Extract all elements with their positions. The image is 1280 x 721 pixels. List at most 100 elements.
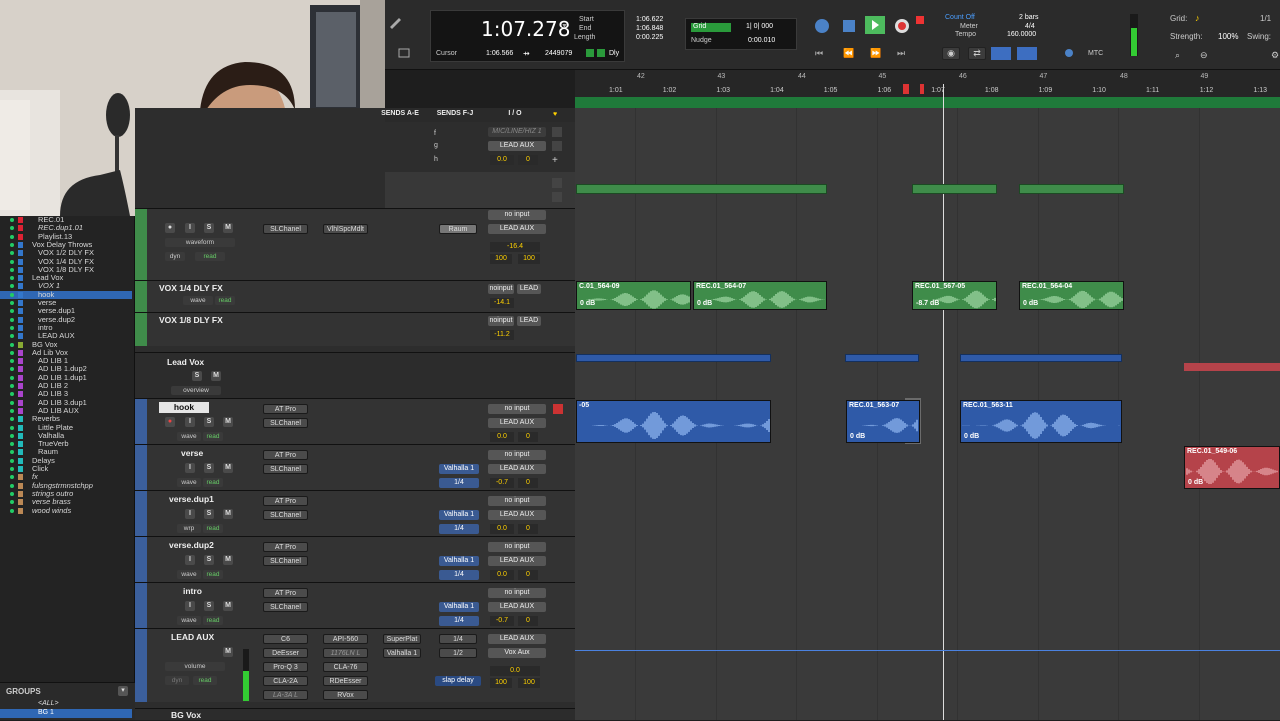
groups-menu-icon[interactable]: ▾ (118, 686, 128, 696)
audio-clip[interactable]: REC.01_549-06 0 dB (1184, 446, 1280, 489)
visibility-dot-icon[interactable] (10, 226, 14, 231)
io-input[interactable]: no input (488, 450, 546, 460)
clip-gain[interactable]: 0 dB (850, 433, 865, 440)
dyn-button[interactable]: dyn (165, 252, 185, 261)
solo-button[interactable]: S (204, 555, 214, 565)
visibility-dot-icon[interactable] (10, 276, 14, 281)
grid-label[interactable]: Grid (691, 23, 731, 32)
insert-slchanel[interactable]: SLChanel (263, 464, 308, 474)
send-superplat[interactable]: SuperPlat (383, 634, 421, 644)
send-level[interactable]: 1/4 (439, 478, 479, 488)
visibility-dot-icon[interactable] (10, 508, 14, 513)
meter-value[interactable]: 4/4 (1025, 23, 1035, 30)
view-selector[interactable]: wave (183, 296, 213, 305)
volume-value[interactable]: 0.0 (490, 570, 514, 580)
insert-pro-q3[interactable]: Pro-Q 3 (263, 662, 308, 672)
top-vol[interactable]: 0.0 (490, 155, 514, 165)
track-name[interactable]: VOX 1/4 DLY FX (159, 283, 269, 294)
volume-automation-line[interactable] (575, 650, 1280, 651)
insert-rvox[interactable]: RVox (323, 690, 368, 700)
volume-value[interactable]: -11.2 (490, 330, 514, 340)
mute-button[interactable]: M (211, 371, 221, 381)
insert-1176[interactable]: 1176LN L (323, 648, 368, 658)
visibility-dot-icon[interactable] (10, 359, 14, 364)
tool-grid-icon[interactable] (397, 47, 413, 59)
tempo-label[interactable]: Tempo (955, 31, 976, 38)
input-monitor-button[interactable]: I (185, 463, 195, 473)
insert-cla-2a[interactable]: CLA-2A (263, 676, 308, 686)
forward-end-icon[interactable]: ⏭ (897, 48, 905, 59)
chevron-down-icon[interactable]: ▼ (561, 23, 568, 30)
io-side-icon-2[interactable] (552, 141, 562, 151)
view-selector[interactable]: wave (177, 432, 201, 441)
io-input[interactable]: noinput (488, 316, 514, 326)
visibility-dot-icon[interactable] (10, 392, 14, 397)
forward-icon[interactable]: ⏩ (870, 48, 881, 59)
record-arm-button[interactable]: ● (165, 417, 175, 427)
send-valhalla[interactable]: Valhalla 1 (439, 556, 479, 566)
insert-slchanel[interactable]: SLChanel (263, 602, 308, 612)
send-valhalla[interactable]: Valhalla 1 (439, 464, 479, 474)
mute-button[interactable]: M (223, 417, 233, 427)
send-level[interactable]: 1/4 (439, 524, 479, 534)
track-name[interactable]: verse.dup2 (169, 540, 239, 551)
audio-clip[interactable]: REC.01_564-04 0 dB (1019, 281, 1124, 310)
visibility-dot-icon[interactable] (10, 317, 14, 322)
visibility-dot-icon[interactable] (10, 251, 14, 256)
folder-icon-1[interactable] (552, 178, 562, 188)
track-list-item[interactable]: Click (0, 465, 132, 473)
visibility-dot-icon[interactable] (10, 375, 14, 380)
io-output[interactable]: Vox Aux (488, 648, 546, 658)
view-selector[interactable]: wave (177, 616, 201, 625)
mute-button[interactable]: M (223, 647, 233, 657)
metronome-icon[interactable]: ◉ (942, 47, 960, 60)
io-output[interactable]: LEAD AUX (488, 556, 546, 566)
visibility-dot-icon[interactable] (10, 500, 14, 505)
insert-at-pro[interactable]: AT Pro (263, 450, 308, 460)
visibility-dot-icon[interactable] (10, 292, 14, 297)
track-name[interactable]: hook (159, 402, 209, 413)
pan-value[interactable]: 0 (518, 616, 538, 626)
solo-button[interactable]: S (204, 417, 214, 427)
visibility-dot-icon[interactable] (10, 301, 14, 305)
view-selector[interactable]: waveform (165, 238, 235, 247)
track-name[interactable]: verse.dup1 (169, 494, 239, 505)
audio-clip[interactable]: C.01_564-09 0 dB (576, 281, 691, 310)
visibility-dot-icon[interactable] (10, 234, 14, 239)
link-icon[interactable] (991, 47, 1011, 60)
dyn-button[interactable]: dyn (165, 676, 189, 685)
send-level[interactable]: 1/4 (439, 616, 479, 626)
visibility-dot-icon[interactable] (10, 458, 14, 463)
record-icon[interactable] (916, 16, 924, 24)
track-name[interactable]: intro (183, 586, 243, 597)
visibility-dot-icon[interactable] (10, 400, 14, 405)
send-valhalla[interactable]: Valhalla 1 (439, 602, 479, 612)
io-output[interactable]: LEAD AUX (488, 224, 546, 234)
audio-clip[interactable]: REC.01_564-07 0 dB (693, 281, 827, 310)
pan-left[interactable]: 100 (490, 678, 512, 688)
top-pan[interactable]: 0 (518, 155, 538, 165)
delay-comp-icon-2[interactable] (597, 49, 605, 57)
record-status-icon[interactable] (553, 404, 563, 414)
folder-clip-bar[interactable] (576, 354, 771, 362)
loop-icon[interactable] (815, 19, 829, 33)
marker-ruler[interactable] (575, 97, 1280, 108)
track-name[interactable]: LEAD AUX (171, 632, 241, 643)
meter-label[interactable]: Meter (960, 23, 978, 30)
clip-gain[interactable]: -8.7 dB (916, 300, 939, 307)
automation-mode[interactable]: read (203, 524, 223, 533)
track-name[interactable]: VOX 1/8 DLY FX (159, 315, 269, 326)
visibility-dot-icon[interactable] (10, 408, 14, 413)
visibility-dot-icon[interactable] (10, 259, 14, 264)
visibility-dot-icon[interactable] (10, 242, 14, 247)
track-list-item[interactable]: AD LIB AUX (0, 406, 132, 415)
pan-left[interactable]: 100 (490, 254, 512, 264)
automation-mode[interactable]: read (203, 432, 223, 441)
visibility-dot-icon[interactable] (10, 417, 14, 422)
folder-clip-bar[interactable] (960, 354, 1122, 362)
automation-mode[interactable]: read (203, 616, 223, 625)
rewind-icon[interactable]: ⏪ (843, 48, 854, 59)
visibility-dot-icon[interactable] (10, 284, 14, 289)
automation-mode[interactable]: read (195, 252, 225, 261)
playhead-marker-icon[interactable] (903, 84, 909, 94)
